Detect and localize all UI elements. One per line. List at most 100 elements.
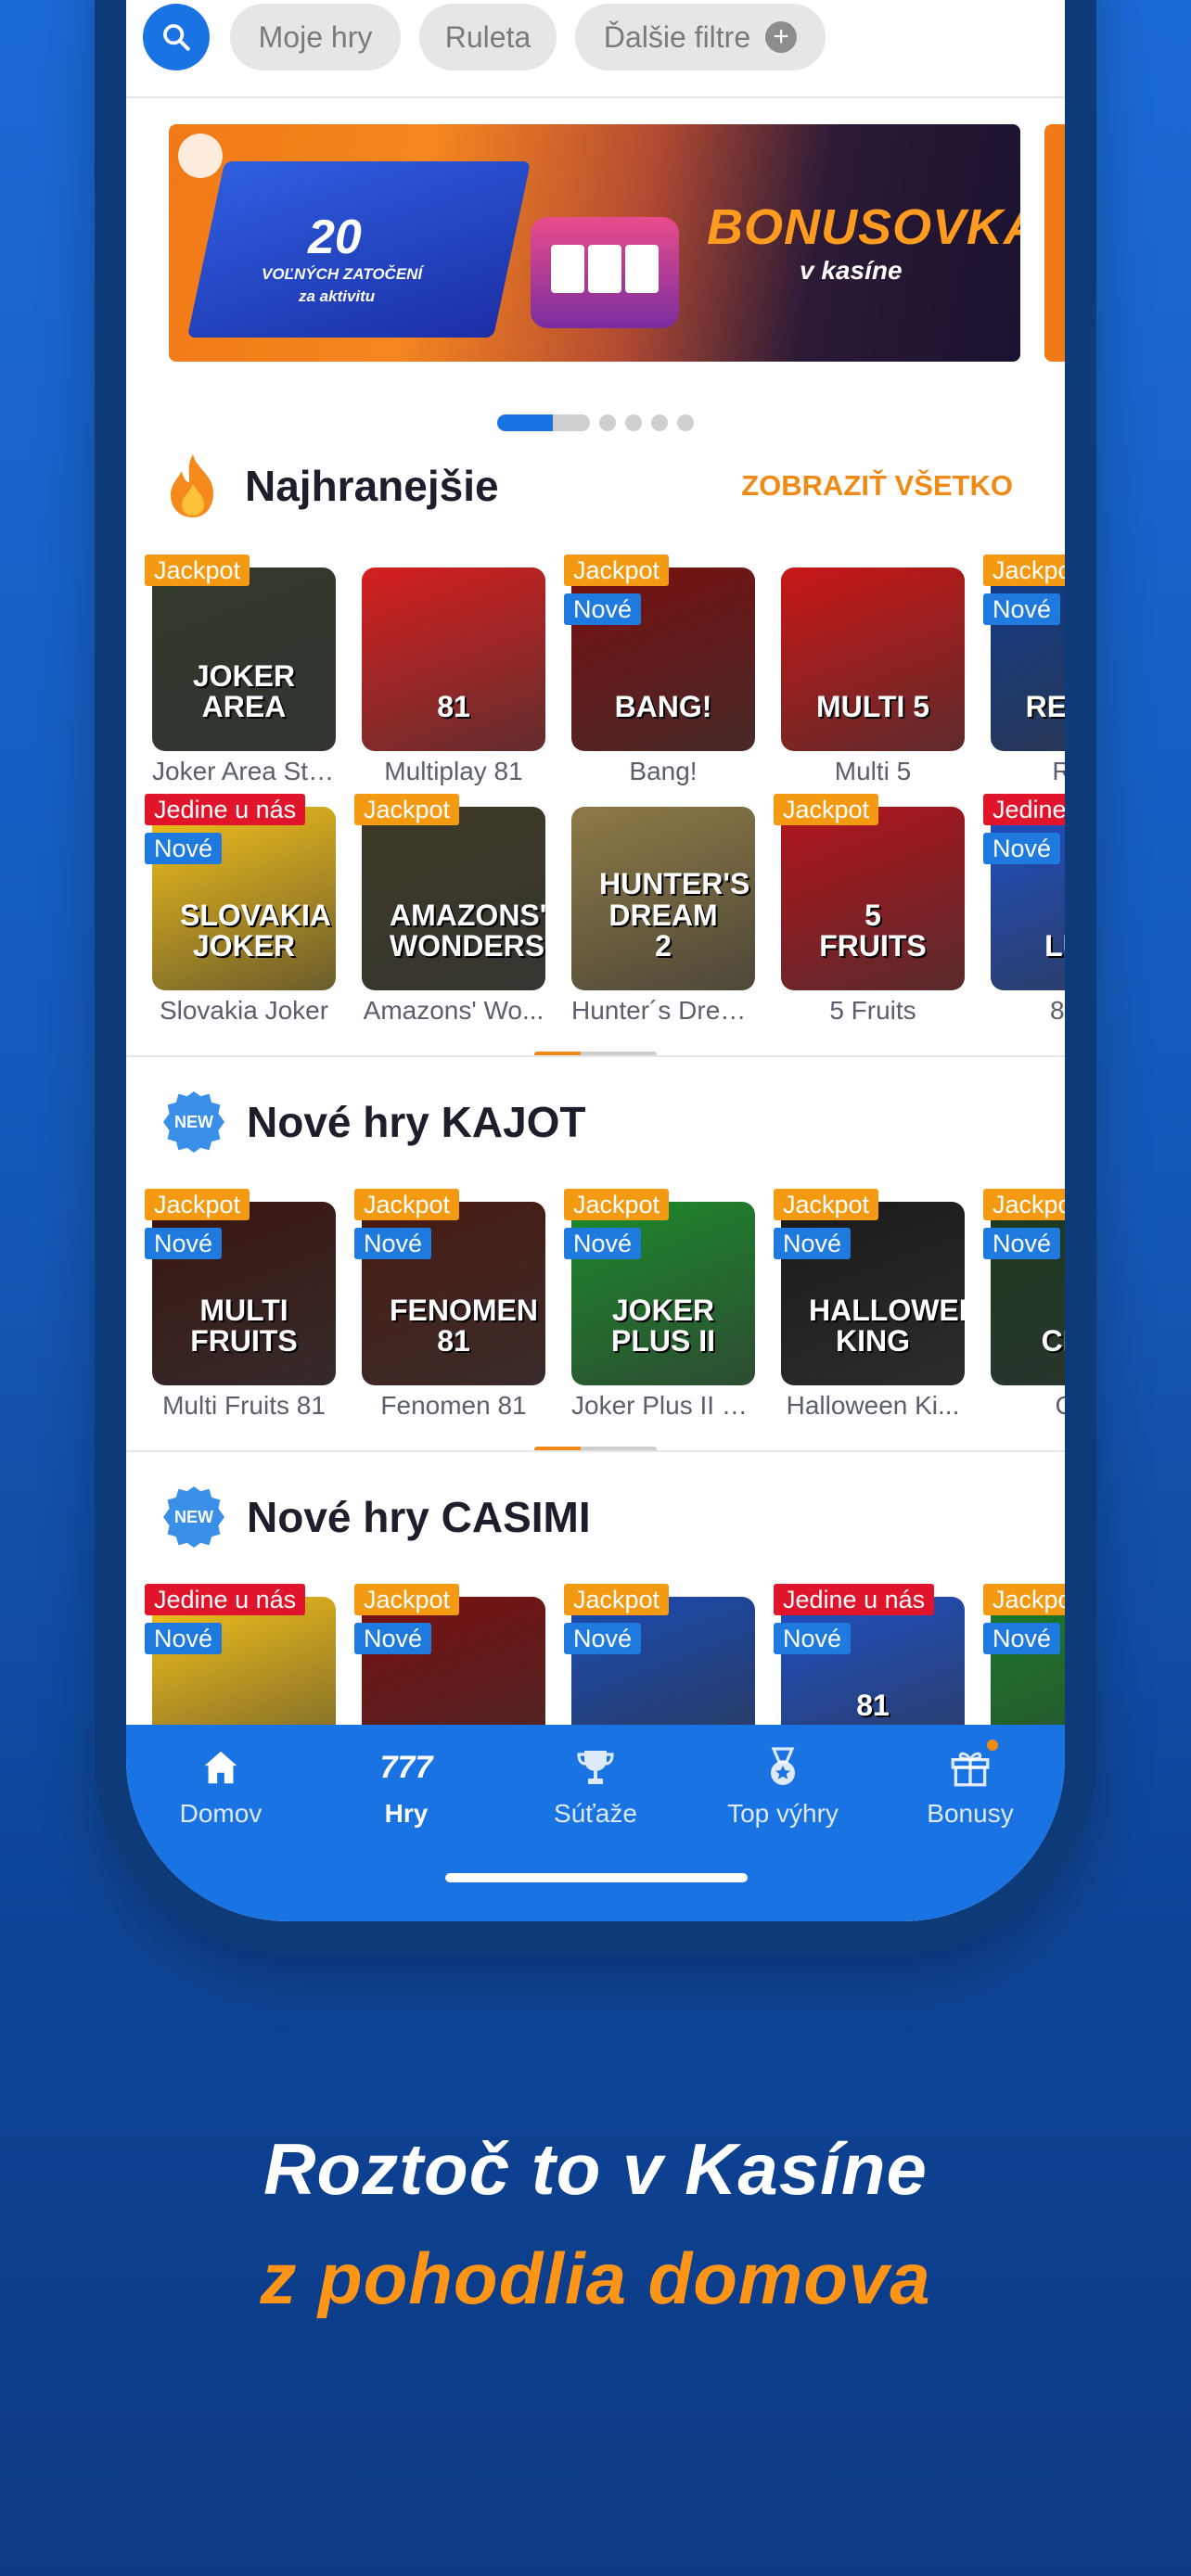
game-tile[interactable]: 5 FRUITS Jackpot 5 Fruits [774,794,965,1029]
jackpot-badge: Jackpot [145,1189,250,1220]
game-name: Hunter´s Drea... [571,996,755,1025]
game-art-text: AMAZONS' WONDERS [390,898,545,963]
game-art-text: RES BO [1025,690,1065,724]
next-banner-peek[interactable] [1044,124,1065,362]
jackpot-badge: Jackpot [354,1584,460,1615]
game-name: Joker Plus II S... [571,1391,755,1420]
game-tile[interactable]: HUNTER'S DREAM 2 Hunter´s Drea... [571,807,755,1029]
game-art-text: SLOVAKIA JOKER [180,898,331,963]
game-thumbnail[interactable]: 5 FRUITS [781,807,965,990]
carousel-dot[interactable] [625,414,642,431]
jackpot-badge: Jackpot [983,1584,1065,1615]
nav-games[interactable]: 777 Hry [323,1743,490,1845]
carousel-dot[interactable] [651,414,668,431]
carousel-dot-active[interactable] [497,414,590,431]
section-title: Najhranejšie [245,462,499,510]
game-thumbnail[interactable]: JOKER AREA [152,567,336,751]
play-icon [178,134,223,178]
game-tile[interactable]: SLOVAKIA JOKER Jedine u nás Nové Slovakia J… [145,794,336,1029]
exclusive-badge: Jedine u nás [145,1584,306,1615]
jackpot-badge: Jackpot [983,555,1065,586]
game-name: Joker Area Str... [152,757,336,785]
game-tile[interactable]: MULTI FRUITS Jackpot Nové Multi Fruits 81 [145,1189,336,1424]
game-name: Multiplay 81 [384,757,523,785]
new-badge: Nové [983,1623,1061,1654]
new-badge: Nové [774,1228,852,1259]
game-tile[interactable]: LU W Jedine u nás Nové 81 Lu [983,794,1065,1029]
jackpot-badge: Jackpot [145,555,250,586]
game-name: Bang! [629,757,698,785]
chip-label: Moje hry [258,19,373,54]
game-tile[interactable]: MULTI 5 Multi 5 [781,567,965,790]
search-button[interactable] [143,4,210,70]
game-art-text: HUNTER'S DREAM 2 [599,867,750,963]
jackpot-badge: Jackpot [564,1584,670,1615]
game-art-text: MULTI FRUITS [190,1293,298,1358]
jackpot-badge: Jackpot [983,1189,1065,1220]
notification-dot [987,1740,998,1751]
nav-top-wins[interactable]: Top výhry [699,1743,866,1845]
game-tile[interactable]: JOKER AREA Jackpot Joker Area Str... [145,555,336,790]
carousel-dot[interactable] [677,414,694,431]
banner-count: 20 [308,210,362,264]
game-tile[interactable]: JOKER PLUS II Jackpot Nové Joker Plus II S.… [564,1189,755,1424]
game-name: Amazons' Wo... [363,996,544,1025]
banner-subtitle: v kasíne [800,256,903,285]
game-tile[interactable]: AMAZONS' WONDERS Jackpot Amazons' Wo... [354,794,545,1029]
fire-icon [163,453,223,519]
filter-chip-roulette[interactable]: Ruleta [419,4,557,70]
game-art-text: JOKER PLUS II [610,1293,715,1358]
game-thumbnail[interactable]: HUNTER'S DREAM 2 [571,807,755,990]
exclusive-badge: Jedine u nás [774,1584,935,1615]
new-badge: Nové [145,833,223,864]
game-art-text: BANG! [614,690,712,724]
see-all-link[interactable]: ZOBRAZIŤ VŠETKO [741,469,1013,503]
filter-chip-my-games[interactable]: Moje hry [230,4,401,70]
promo-headline: Roztoč to v Kasíne [263,2128,928,2210]
nav-label: Hry [384,1799,429,1828]
section-popular-header: Najhranejšie [163,449,499,523]
game-art-text: HALLOWEEN KING [809,1293,965,1358]
new-badge: Nové [564,1228,642,1259]
chip-label: Ďalšie filtre [603,19,751,54]
new-badge-icon: NEW [163,1091,224,1153]
nav-competitions[interactable]: Súťaže [512,1743,679,1845]
banner-line1: VOĽNÝCH ZATOČENÍ [262,265,423,283]
jackpot-badge: Jackpot [354,794,460,825]
game-tile[interactable]: CRAZ Jackpot Nové Craz [983,1189,1065,1424]
game-tile[interactable]: RES BO Jackpot Nové Resp [983,555,1065,790]
jackpot-badge: Jackpot [564,555,670,586]
banner-line2: za aktivitu [299,287,376,305]
promo-banner[interactable]: 20 VOĽNÝCH ZATOČENÍ za aktivitu BONUSOVK… [169,124,1020,362]
game-name: Resp [991,757,1065,786]
nav-home[interactable]: Domov [137,1743,304,1845]
game-tile[interactable]: FENOMEN 81 Jackpot Nové Fenomen 81 [354,1189,545,1424]
search-icon [163,24,190,51]
nav-bonuses[interactable]: Bonusy [887,1740,1054,1845]
nav-label: Top výhry [727,1799,839,1828]
game-thumbnail[interactable]: 81 [362,567,545,751]
new-badge: Nové [564,1623,642,1654]
game-art-text: 5 FRUITS [819,898,927,963]
game-thumbnail[interactable]: AMAZONS' WONDERS [362,807,545,990]
new-badge: Nové [145,1228,223,1259]
game-tile[interactable]: BANG! Jackpot Nové Bang! [564,555,755,790]
section-title: Nové hry KAJOT [247,1098,586,1146]
game-art-text: MULTI 5 [815,690,930,724]
game-tile[interactable]: HALLOWEEN KING Jackpot Nové Halloween Ki... [774,1189,965,1424]
slot-machine-art [531,217,679,328]
exclusive-badge: Jedine u nás [983,794,1065,825]
nav-label: Súťaže [554,1799,637,1828]
phone-screen: Moje hry Ruleta Ďalšie filtre + 20 VOĽNÝC… [126,0,1065,1921]
carousel-dot[interactable] [599,414,616,431]
game-name: Multi Fruits 81 [162,1391,326,1420]
game-thumbnail[interactable]: MULTI 5 [781,567,965,751]
filter-chip-more-filters[interactable]: Ďalšie filtre + [575,4,826,70]
game-art-text: CRAZ [1041,1324,1065,1358]
new-badge: Nové [983,833,1061,864]
new-badge: Nové [354,1623,432,1654]
game-tile[interactable]: 81 Multiplay 81 [362,567,545,790]
game-art-text: JOKER AREA [192,658,296,724]
home-indicator[interactable] [445,1873,748,1882]
bottom-nav: Domov 777 Hry Súťaže Top výhry Bonusy [126,1725,1065,1921]
